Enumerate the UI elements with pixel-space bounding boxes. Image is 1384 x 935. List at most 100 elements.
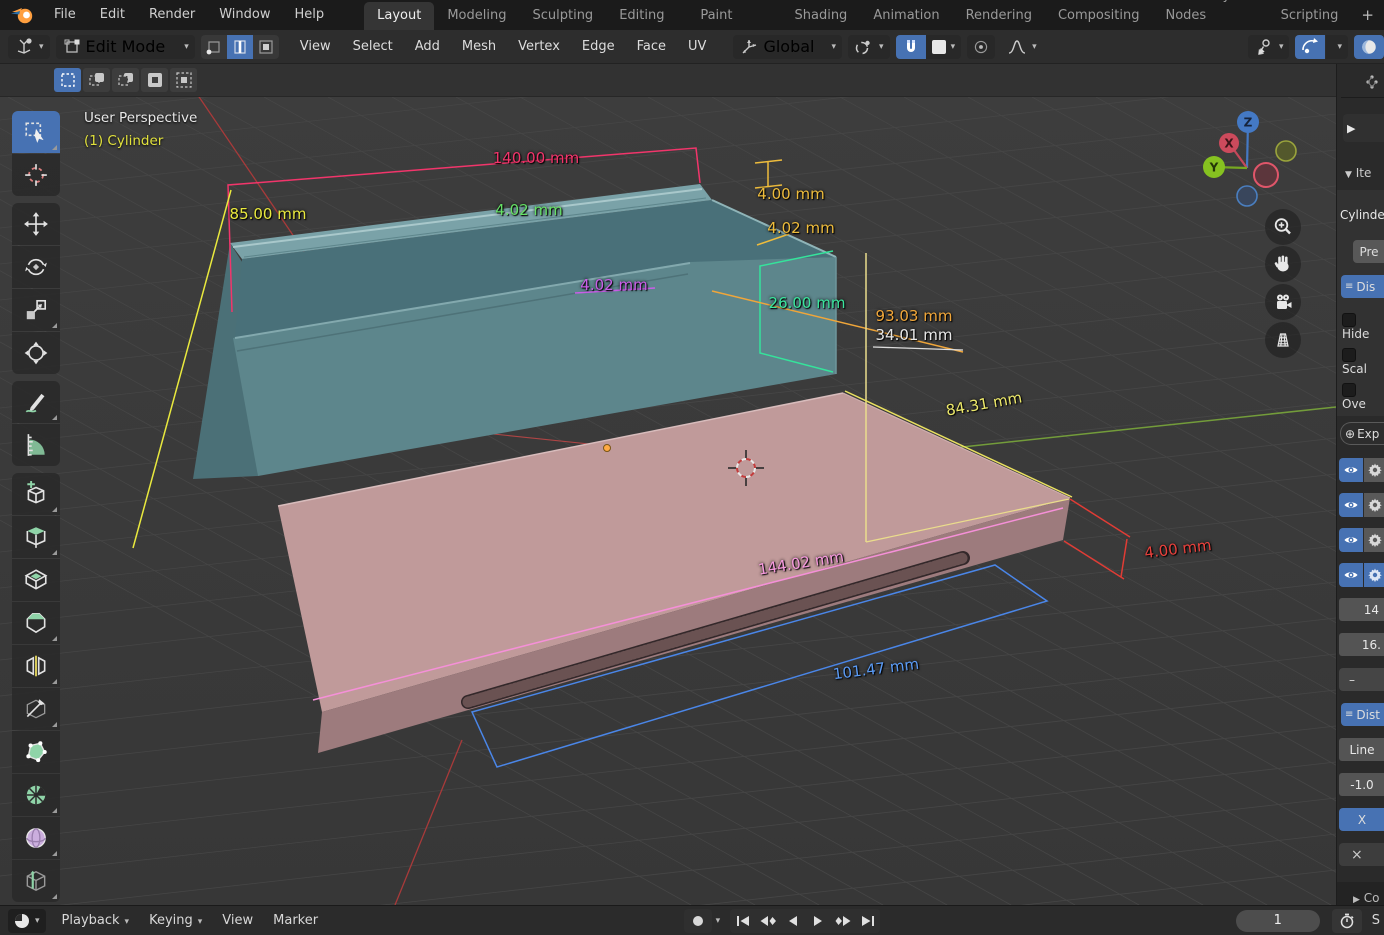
tool-measure[interactable] [12, 424, 60, 466]
menu-edit[interactable]: Edit [88, 0, 137, 30]
editor-type-selector[interactable]: ▾ [8, 35, 50, 59]
tool-transform[interactable] [12, 332, 60, 374]
tool-move[interactable] [12, 203, 60, 245]
workspace-tab-uv-editing[interactable]: UV Editing [606, 0, 687, 30]
mode-selector[interactable]: Edit Mode ▾ [56, 35, 195, 59]
timeline-menu-keying[interactable]: Keying▾ [139, 913, 212, 928]
checkbox-scale[interactable]: Scal [1342, 348, 1384, 376]
expand-button[interactable]: ⊕Exp [1340, 422, 1384, 445]
value-field-3[interactable]: – [1339, 668, 1384, 691]
gizmo-minus-y[interactable] [1276, 141, 1296, 161]
modifier-visibility-toggle[interactable] [1339, 458, 1363, 482]
workspace-tab-modeling[interactable]: Modeling [434, 2, 519, 30]
workspace-tab-geometry-nodes[interactable]: Geometry Nodes [1152, 0, 1267, 30]
menu-window[interactable]: Window [207, 0, 282, 30]
workspace-tab-scripting[interactable]: Scripting [1268, 2, 1352, 30]
select-option-subtract[interactable] [112, 68, 139, 92]
select-mode-vertex[interactable] [201, 35, 227, 59]
menu-render[interactable]: Render [137, 0, 207, 30]
use-preview-range-button[interactable] [1332, 909, 1362, 933]
remove-button[interactable]: × [1339, 843, 1384, 866]
value-field-2[interactable]: 16. [1339, 633, 1384, 656]
workspace-tab-texture-paint[interactable]: Texture Paint [687, 0, 781, 30]
camera-view-button[interactable] [1265, 284, 1301, 320]
tool-edge-slide[interactable] [12, 860, 60, 902]
tool-add-cube[interactable] [12, 473, 60, 515]
select-option-intersect[interactable] [170, 68, 197, 92]
checkbox-overlay[interactable]: Ove [1342, 383, 1384, 411]
pan-button[interactable] [1265, 246, 1301, 282]
timeline-menu-playback[interactable]: Playback▾ [52, 913, 140, 928]
tool-select-box[interactable] [12, 111, 60, 153]
modifier-visibility-toggle[interactable] [1339, 563, 1363, 587]
snap-with-selector[interactable]: ▾ [926, 35, 962, 59]
tool-annotate[interactable] [12, 381, 60, 423]
tool-knife[interactable] [12, 688, 60, 730]
play-reverse-button[interactable] [780, 909, 805, 933]
add-workspace-button[interactable]: + [1351, 4, 1384, 26]
modifier-visibility-toggle[interactable] [1339, 528, 1363, 552]
workspace-tab-animation[interactable]: Animation [860, 2, 952, 30]
collapsed-section-header[interactable]: ▶ Co [1353, 891, 1379, 905]
tool-cursor[interactable] [12, 154, 60, 196]
tool-rotate[interactable] [12, 246, 60, 288]
modifier-settings-button[interactable] [1364, 528, 1384, 552]
snap-toggle[interactable] [896, 35, 926, 59]
workspace-tab-compositing[interactable]: Compositing [1045, 2, 1153, 30]
select-option-invert[interactable] [141, 68, 168, 92]
transform-orientation-selector[interactable]: Global ▾ [733, 35, 842, 59]
viewport-menu-view[interactable]: View [289, 30, 342, 64]
viewport-menu-face[interactable]: Face [626, 30, 677, 64]
checkbox-hide[interactable]: Hide [1342, 313, 1384, 341]
current-frame-field[interactable]: 1 [1236, 910, 1320, 932]
modifier-settings-button[interactable] [1364, 458, 1384, 482]
value-field-1[interactable]: 14 [1339, 598, 1384, 621]
tool-scale[interactable] [12, 289, 60, 331]
select-option-set[interactable] [54, 68, 81, 92]
panel-section-header[interactable]: ▼ Ite [1345, 166, 1371, 180]
checkbox-icon[interactable] [1342, 313, 1356, 327]
viewport-shading-solid[interactable] [1354, 35, 1384, 59]
modifier-settings-button[interactable] [1364, 563, 1384, 587]
toggle-projection-button[interactable] [1265, 322, 1301, 358]
expand-row-button[interactable]: ▶ [1343, 114, 1384, 142]
tool-bevel[interactable] [12, 602, 60, 644]
menu-help[interactable]: Help [283, 0, 337, 30]
display-toggle[interactable]: ≡Dis [1341, 275, 1384, 298]
preset-button[interactable]: Pre [1353, 240, 1384, 263]
gizmo-minus-x[interactable] [1254, 163, 1278, 187]
tool-spin[interactable] [12, 774, 60, 816]
proportional-editing-toggle[interactable] [967, 35, 995, 59]
jump-to-start-button[interactable] [730, 909, 755, 933]
select-option-extend[interactable] [83, 68, 110, 92]
next-keyframe-button[interactable] [830, 909, 855, 933]
auto-keying-toggle[interactable] [684, 909, 712, 933]
select-mode-edge[interactable] [227, 35, 253, 59]
select-mode-face[interactable] [253, 35, 279, 59]
tool-poly-build[interactable] [12, 731, 60, 773]
workspace-tab-layout[interactable]: Layout [364, 2, 434, 30]
viewport-menu-select[interactable]: Select [342, 30, 404, 64]
viewport-menu-add[interactable]: Add [404, 30, 451, 64]
jump-to-end-button[interactable] [855, 909, 880, 933]
modifier-settings-button[interactable] [1364, 493, 1384, 517]
viewport-menu-uv[interactable]: UV [677, 30, 717, 64]
viewport-menu-edge[interactable]: Edge [571, 30, 626, 64]
gizmo-minus-z[interactable] [1237, 186, 1257, 206]
overlays-dropdown[interactable]: ▾ [1326, 35, 1348, 59]
timeline-menu-marker[interactable]: Marker [263, 913, 328, 928]
workspace-tab-rendering[interactable]: Rendering [953, 2, 1045, 30]
timeline-editor-selector[interactable]: ▾ [8, 909, 46, 933]
snap-target-selector[interactable]: ▾ [848, 35, 890, 59]
tool-inset-faces[interactable] [12, 559, 60, 601]
line-field[interactable]: Line [1339, 738, 1384, 761]
timeline-menu-view[interactable]: View [212, 913, 263, 928]
value-field-4[interactable]: -1.0 [1339, 773, 1384, 796]
modifier-visibility-toggle[interactable] [1339, 493, 1363, 517]
zoom-button[interactable] [1265, 209, 1301, 245]
workspace-tab-sculpting[interactable]: Sculpting [519, 2, 606, 30]
viewport-menu-mesh[interactable]: Mesh [451, 30, 507, 64]
play-button[interactable] [805, 909, 830, 933]
show-gizmos-selector[interactable]: ▾ [1248, 35, 1290, 59]
checkbox-icon[interactable] [1342, 383, 1356, 397]
